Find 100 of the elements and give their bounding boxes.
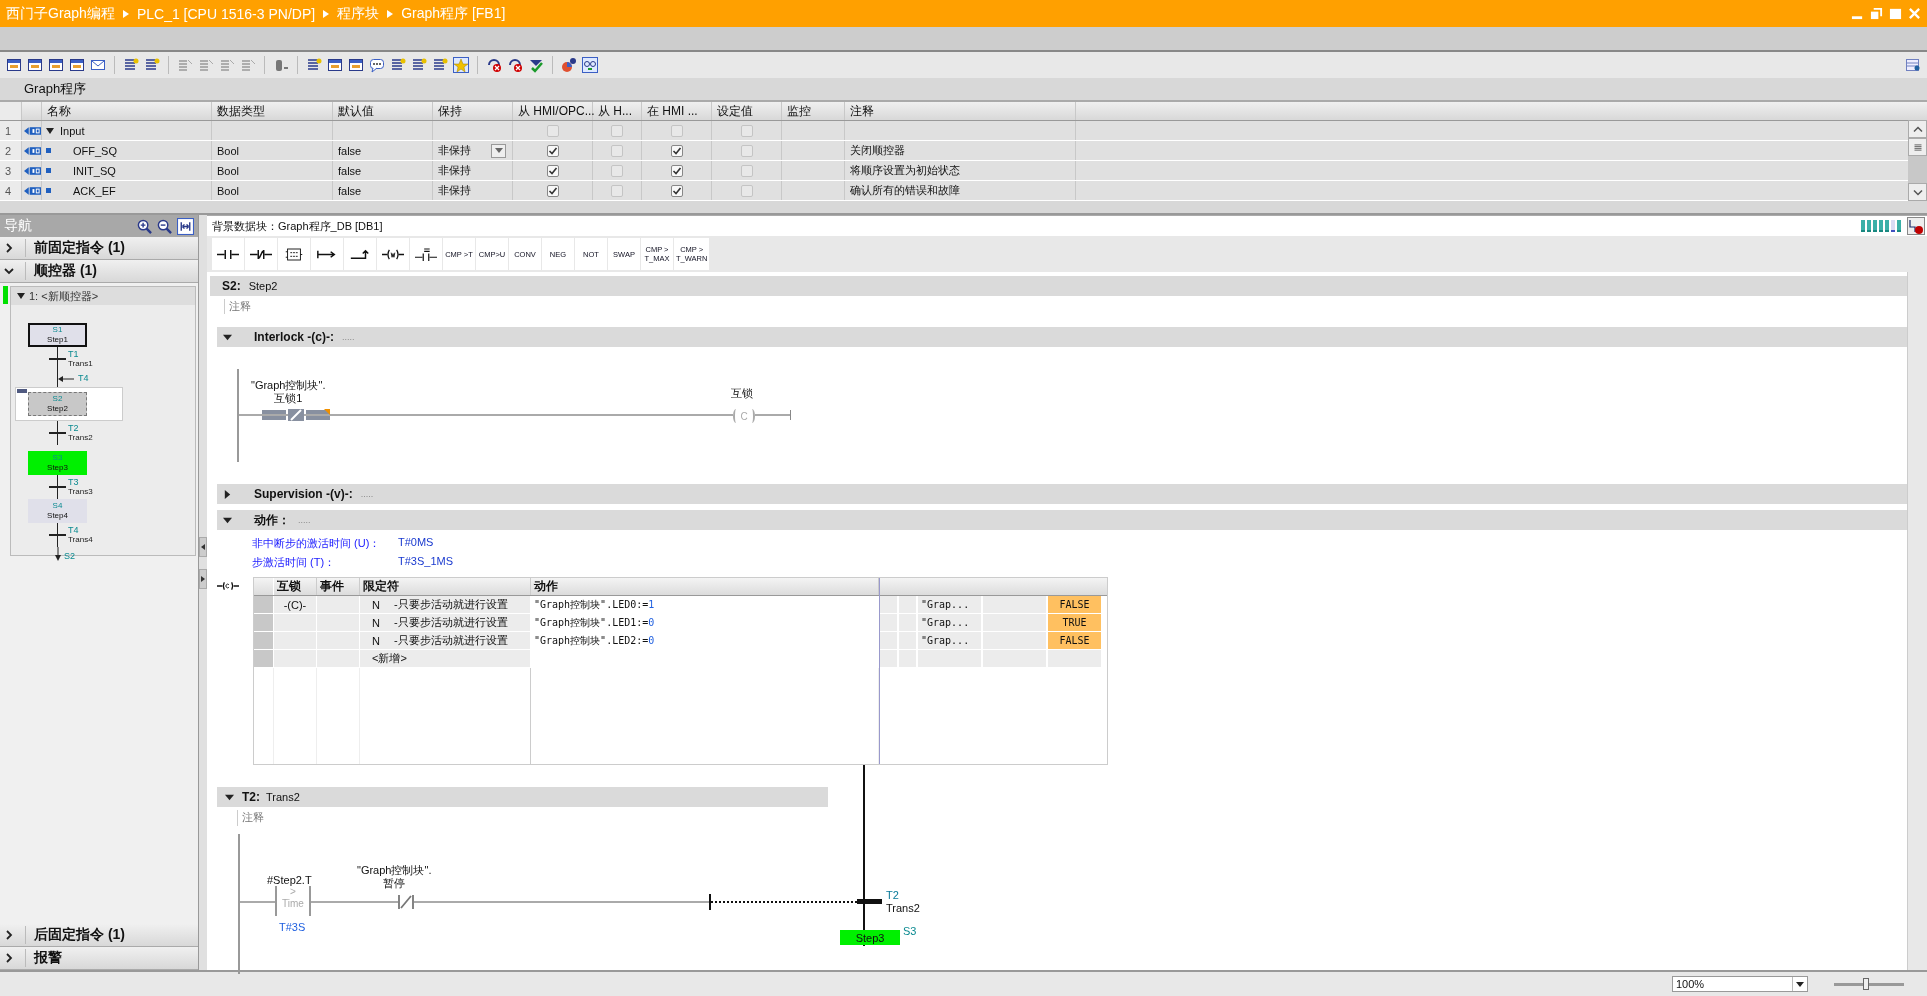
list-icon[interactable] <box>390 57 406 73</box>
action-statement[interactable]: "Graph控制块".LED2:=0 <box>531 632 879 649</box>
window-icon[interactable] <box>1905 57 1921 73</box>
no-contact-icon[interactable] <box>212 238 244 270</box>
envelope-icon[interactable] <box>90 57 106 73</box>
scrollbar[interactable] <box>1907 272 1927 970</box>
expand-arrow-icon[interactable] <box>46 126 54 135</box>
list-icon[interactable] <box>144 57 160 73</box>
nav-section[interactable]: 后固定指令 (1) <box>0 924 198 947</box>
section-header[interactable]: 动作： ..... <box>217 510 1907 530</box>
column-header[interactable]: 数据类型 <box>212 102 333 120</box>
chart-icon[interactable] <box>561 57 577 73</box>
zoom-dropdown[interactable]: 100% <box>1672 976 1808 992</box>
member-icon <box>46 188 51 193</box>
column-header[interactable]: 从 H... <box>593 102 642 120</box>
column-header[interactable]: 动作 <box>531 578 879 595</box>
next-step[interactable]: Step3 <box>840 930 900 945</box>
column-header[interactable]: 互锁 <box>274 578 317 595</box>
coil-icon[interactable] <box>377 238 409 270</box>
checkbox[interactable] <box>670 124 683 137</box>
checkbox[interactable] <box>611 124 623 137</box>
list-icon[interactable] <box>123 57 139 73</box>
slider-thumb[interactable] <box>1862 977 1869 990</box>
nav-section[interactable]: 报警 <box>0 947 198 970</box>
list-icon[interactable] <box>306 57 322 73</box>
window-icon[interactable] <box>48 57 64 73</box>
nc-contact[interactable] <box>262 409 330 421</box>
zoom-in-icon[interactable] <box>137 218 152 234</box>
window-icon[interactable] <box>69 57 85 73</box>
corner-cell[interactable] <box>0 102 22 120</box>
column-header[interactable]: 设定值 <box>712 102 782 120</box>
star-icon[interactable] <box>453 57 469 73</box>
checkbox[interactable] <box>740 144 753 157</box>
parameter-value[interactable]: T#0MS <box>398 536 434 551</box>
window-icon[interactable] <box>27 57 43 73</box>
sequence-step[interactable]: S1 Step1 <box>28 323 87 347</box>
column-header[interactable]: 注释 <box>845 102 1076 120</box>
column-header[interactable]: 保持 <box>433 102 513 120</box>
sequence-step[interactable]: S4 Step4 <box>28 499 87 523</box>
scroll-up-button[interactable] <box>1908 120 1927 138</box>
horizontal-scrollbar[interactable] <box>0 201 1927 215</box>
list-icon[interactable] <box>432 57 448 73</box>
column-header[interactable]: 从 HMI/OPC... <box>513 102 593 120</box>
cross-icon[interactable] <box>507 57 523 73</box>
add-row[interactable]: <新增> <box>360 650 531 667</box>
checkbox[interactable] <box>740 164 753 177</box>
action-statement[interactable]: "Graph控制块".LED1:=0 <box>531 614 879 631</box>
branch-open-icon[interactable] <box>311 238 343 270</box>
expand-button[interactable] <box>199 568 207 589</box>
column-header[interactable]: 限定符 <box>360 578 531 595</box>
fit-width-icon[interactable] <box>177 217 194 235</box>
dropdown-button[interactable] <box>491 143 506 158</box>
nc-contact[interactable] <box>398 895 414 909</box>
comment-field[interactable]: 注释 <box>224 299 251 314</box>
parameter-value[interactable]: T#3S_1MS <box>398 555 454 570</box>
column-header[interactable]: 名称 <box>42 102 212 120</box>
list-icon[interactable] <box>411 57 427 73</box>
sequence-step[interactable]: S2 Step2 <box>28 392 87 416</box>
checkbox[interactable] <box>546 164 559 177</box>
section-header[interactable]: Interlock -(c)-: ..... <box>217 327 1907 347</box>
checkbox[interactable] <box>670 144 683 157</box>
zoom-out-icon[interactable] <box>157 218 172 234</box>
window-icon[interactable] <box>348 57 364 73</box>
checkbox[interactable] <box>740 184 753 197</box>
checkmark-icon[interactable] <box>528 57 544 73</box>
nc-contact-icon[interactable] <box>245 238 277 270</box>
scroll-down-button[interactable] <box>1908 183 1927 201</box>
cross-icon[interactable] <box>486 57 502 73</box>
checkbox[interactable] <box>740 124 753 137</box>
collapse-button[interactable] <box>199 536 207 557</box>
checkbox[interactable] <box>546 184 559 197</box>
speech-bubble-icon[interactable] <box>369 57 385 73</box>
checkbox[interactable] <box>670 164 683 177</box>
scroll-thumb[interactable] <box>1908 138 1927 156</box>
checkbox[interactable] <box>670 184 683 197</box>
column-header[interactable]: 事件 <box>317 578 360 595</box>
nav-section[interactable]: 前固定指令 (1) <box>0 237 198 260</box>
checkbox[interactable] <box>611 184 623 197</box>
window-icon[interactable] <box>327 57 343 73</box>
breakpoint-icon[interactable] <box>1907 217 1925 235</box>
cylinder-icon[interactable] <box>273 57 289 73</box>
comment-field[interactable]: 注释 <box>237 810 264 826</box>
action-statement[interactable]: "Graph控制块".LED0:=1 <box>531 596 879 613</box>
column-header[interactable]: 在 HMI ... <box>642 102 712 120</box>
nav-section[interactable]: 顺控器 (1) <box>0 260 198 283</box>
expand-arrow-icon[interactable] <box>225 792 234 802</box>
checkbox[interactable] <box>611 144 623 157</box>
column-header[interactable]: 默认值 <box>333 102 433 120</box>
compare-contact-icon[interactable] <box>410 238 442 270</box>
scrollbar[interactable] <box>1908 120 1927 201</box>
checkbox[interactable] <box>546 144 559 157</box>
checkbox[interactable] <box>546 124 559 137</box>
sequence-step[interactable]: S3 Step3 <box>28 451 87 475</box>
checkbox[interactable] <box>611 164 623 177</box>
section-header[interactable]: Supervision -(v)-: ..... <box>217 484 1907 504</box>
glasses-icon[interactable] <box>582 57 598 73</box>
branch-close-icon[interactable] <box>344 238 376 270</box>
sequence-header[interactable]: 1: <新顺控器> <box>11 287 195 305</box>
column-header[interactable]: 监控 <box>782 102 845 120</box>
window-icon[interactable] <box>6 57 22 73</box>
